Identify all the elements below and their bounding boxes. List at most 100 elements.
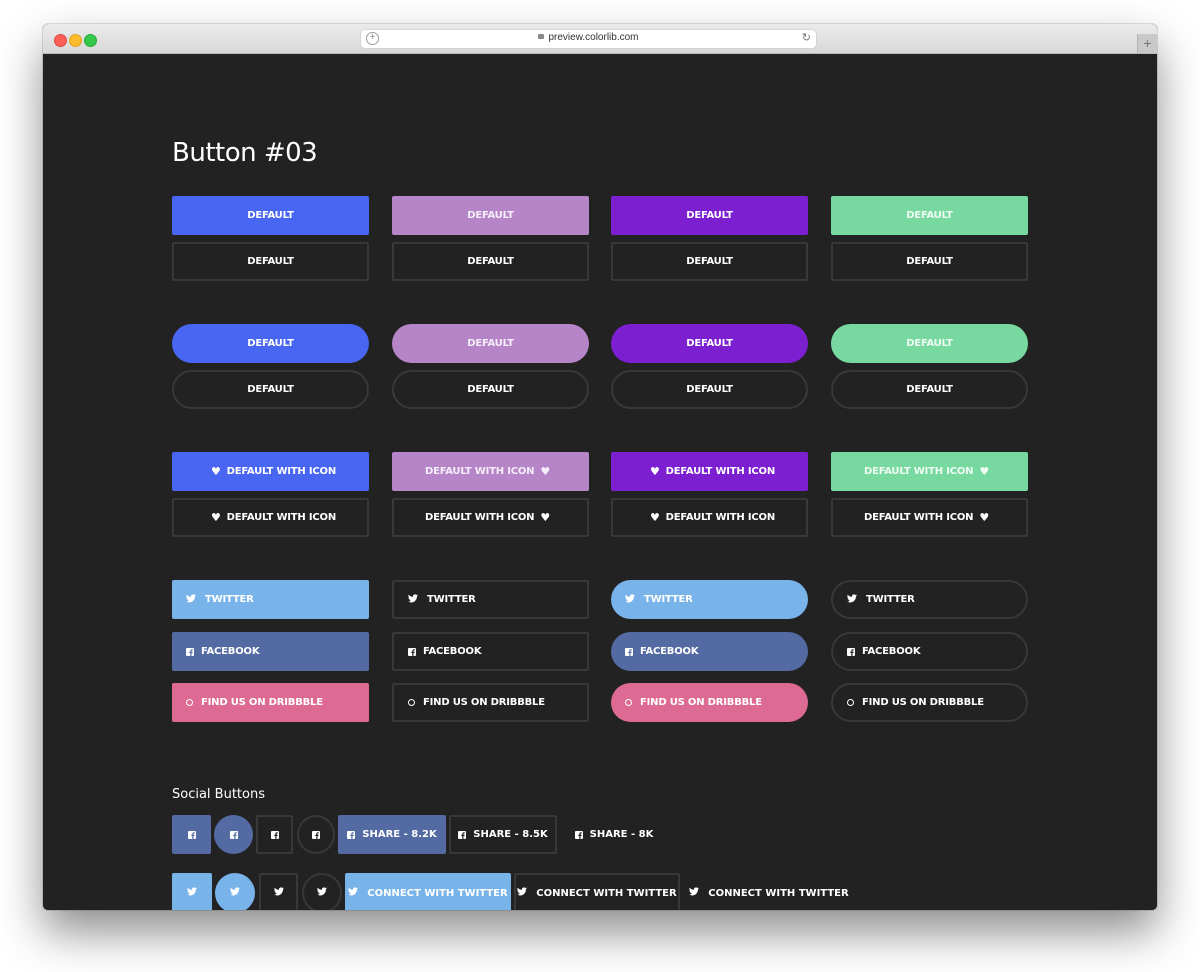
- default-button-mint-filled[interactable]: DEFAULT: [831, 324, 1028, 363]
- default-with-icon-button-purple-filled[interactable]: ♥ DEFAULT WITH ICON: [611, 452, 808, 491]
- heart-icon: ♥: [979, 465, 989, 478]
- twitter-icon: [187, 887, 197, 899]
- twitter-icon: [186, 593, 196, 606]
- default-button-purple-outline[interactable]: DEFAULT: [611, 242, 808, 281]
- twitter-button-square-outline[interactable]: TWITTER: [392, 580, 589, 619]
- button-label: FIND US ON DRIBBBLE: [640, 697, 762, 708]
- button-label: DEFAULT: [906, 338, 953, 349]
- share-count-label: SHARE - 8.2K: [362, 829, 437, 840]
- share-count-label: SHARE - 8.5K: [473, 829, 548, 840]
- heart-icon: ♥: [210, 465, 221, 478]
- default-with-icon-button-purple-outline[interactable]: ♥ DEFAULT WITH ICON: [611, 498, 808, 537]
- facebook-button-pill-filled[interactable]: FACEBOOK: [611, 632, 808, 671]
- browser-window: + preview.colorlib.com ↻ + Button #03 So…: [43, 24, 1157, 910]
- default-button-lavender-filled[interactable]: DEFAULT: [392, 324, 589, 363]
- share-button-1[interactable]: SHARE - 8.2K: [338, 815, 446, 854]
- facebook-icon-button-2[interactable]: [214, 815, 253, 854]
- minimize-window-button[interactable]: [69, 34, 82, 47]
- button-label: DEFAULT: [686, 384, 733, 395]
- share-count-label: SHARE - 8K: [589, 829, 654, 840]
- button-label: DEFAULT: [467, 210, 514, 221]
- default-button-lavender-outline[interactable]: DEFAULT: [392, 370, 589, 409]
- lock-icon: [538, 34, 545, 39]
- default-with-icon-button-blue-outline[interactable]: ♥ DEFAULT WITH ICON: [172, 498, 369, 537]
- default-with-icon-button-mint-outline[interactable]: DEFAULT WITH ICON ♥: [831, 498, 1028, 537]
- default-with-icon-button-lavender-outline[interactable]: DEFAULT WITH ICON ♥: [392, 498, 589, 537]
- heart-icon: ♥: [540, 511, 550, 524]
- twitter-icon: [847, 593, 857, 606]
- button-label: DEFAULT WITH ICON: [863, 466, 974, 477]
- button-label: DEFAULT WITH ICON: [226, 512, 337, 523]
- dribbble-icon: [625, 699, 632, 706]
- button-label: FIND US ON DRIBBBLE: [423, 697, 545, 708]
- default-button-lavender-filled[interactable]: DEFAULT: [392, 196, 589, 235]
- default-with-icon-button-blue-filled[interactable]: ♥ DEFAULT WITH ICON: [172, 452, 369, 491]
- dribbble-button-square-outline[interactable]: FIND US ON DRIBBBLE: [392, 683, 589, 722]
- button-label: DEFAULT: [467, 384, 514, 395]
- close-window-button[interactable]: [54, 34, 67, 47]
- button-label: DEFAULT: [247, 210, 294, 221]
- default-button-mint-outline[interactable]: DEFAULT: [831, 242, 1028, 281]
- default-with-icon-button-lavender-filled[interactable]: DEFAULT WITH ICON ♥: [392, 452, 589, 491]
- twitter-button-pill-filled[interactable]: TWITTER: [611, 580, 808, 619]
- facebook-icon-button-1[interactable]: [172, 815, 211, 854]
- twitter-icon: [408, 593, 418, 606]
- twitter-icon: [273, 887, 284, 899]
- button-label: TWITTER: [644, 594, 693, 605]
- button-label: TWITTER: [866, 594, 915, 605]
- default-button-blue-filled[interactable]: DEFAULT: [172, 196, 369, 235]
- facebook-icon-button-3[interactable]: [256, 815, 293, 854]
- default-button-mint-filled[interactable]: DEFAULT: [831, 196, 1028, 235]
- new-tab-button[interactable]: +: [1137, 34, 1157, 53]
- default-button-lavender-outline[interactable]: DEFAULT: [392, 242, 589, 281]
- facebook-icon-button-4[interactable]: [297, 815, 335, 854]
- twitter-icon-button-3[interactable]: [259, 873, 298, 910]
- zoom-window-button[interactable]: [84, 34, 97, 47]
- twitter-button-square-filled[interactable]: TWITTER: [172, 580, 369, 619]
- default-button-purple-outline[interactable]: DEFAULT: [611, 370, 808, 409]
- default-button-blue-outline[interactable]: DEFAULT: [172, 370, 369, 409]
- facebook-icon: [408, 647, 416, 656]
- connect-twitter-button-1[interactable]: CONNECT WITH TWITTER: [345, 873, 511, 910]
- facebook-icon: [312, 830, 320, 839]
- dribbble-button-pill-outline[interactable]: FIND US ON DRIBBBLE: [831, 683, 1028, 722]
- default-button-blue-filled[interactable]: DEFAULT: [172, 324, 369, 363]
- twitter-button-pill-outline[interactable]: TWITTER: [831, 580, 1028, 619]
- default-button-mint-outline[interactable]: DEFAULT: [831, 370, 1028, 409]
- button-label: DEFAULT WITH ICON: [424, 466, 535, 477]
- facebook-button-pill-outline[interactable]: FACEBOOK: [831, 632, 1028, 671]
- default-button-purple-filled[interactable]: DEFAULT: [611, 196, 808, 235]
- reload-icon[interactable]: ↻: [802, 31, 811, 44]
- twitter-icon: [348, 887, 359, 899]
- button-label: DEFAULT: [686, 338, 733, 349]
- twitter-icon-button-4[interactable]: [302, 873, 342, 910]
- facebook-button-square-outline[interactable]: FACEBOOK: [392, 632, 589, 671]
- default-button-blue-outline[interactable]: DEFAULT: [172, 242, 369, 281]
- button-label: DEFAULT: [247, 256, 294, 267]
- dribbble-button-pill-filled[interactable]: FIND US ON DRIBBBLE: [611, 683, 808, 722]
- dribbble-button-square-filled[interactable]: FIND US ON DRIBBBLE: [172, 683, 369, 722]
- share-button-2[interactable]: SHARE - 8.5K: [449, 815, 557, 854]
- twitter-icon: [317, 887, 327, 899]
- button-label: FIND US ON DRIBBBLE: [862, 697, 984, 708]
- default-button-purple-filled[interactable]: DEFAULT: [611, 324, 808, 363]
- heart-icon: ♥: [540, 465, 550, 478]
- share-button-3[interactable]: SHARE - 8K: [560, 815, 668, 854]
- facebook-icon: [625, 647, 633, 656]
- address-bar[interactable]: + preview.colorlib.com ↻: [361, 30, 816, 48]
- facebook-icon: [186, 647, 194, 656]
- button-label: DEFAULT: [686, 210, 733, 221]
- dribbble-icon: [847, 699, 854, 706]
- connect-twitter-button-2[interactable]: CONNECT WITH TWITTER: [514, 873, 680, 910]
- facebook-icon: [270, 830, 279, 839]
- twitter-icon-button-1[interactable]: [172, 873, 212, 910]
- default-with-icon-button-mint-filled[interactable]: DEFAULT WITH ICON ♥: [831, 452, 1028, 491]
- facebook-icon: [847, 647, 855, 656]
- url-text: preview.colorlib.com: [548, 32, 639, 43]
- button-label: TWITTER: [205, 594, 254, 605]
- button-label: FACEBOOK: [423, 646, 482, 657]
- facebook-button-square-filled[interactable]: FACEBOOK: [172, 632, 369, 671]
- button-label: DEFAULT: [906, 210, 953, 221]
- twitter-icon-button-2[interactable]: [215, 873, 255, 910]
- connect-twitter-button-3[interactable]: CONNECT WITH TWITTER: [683, 873, 855, 910]
